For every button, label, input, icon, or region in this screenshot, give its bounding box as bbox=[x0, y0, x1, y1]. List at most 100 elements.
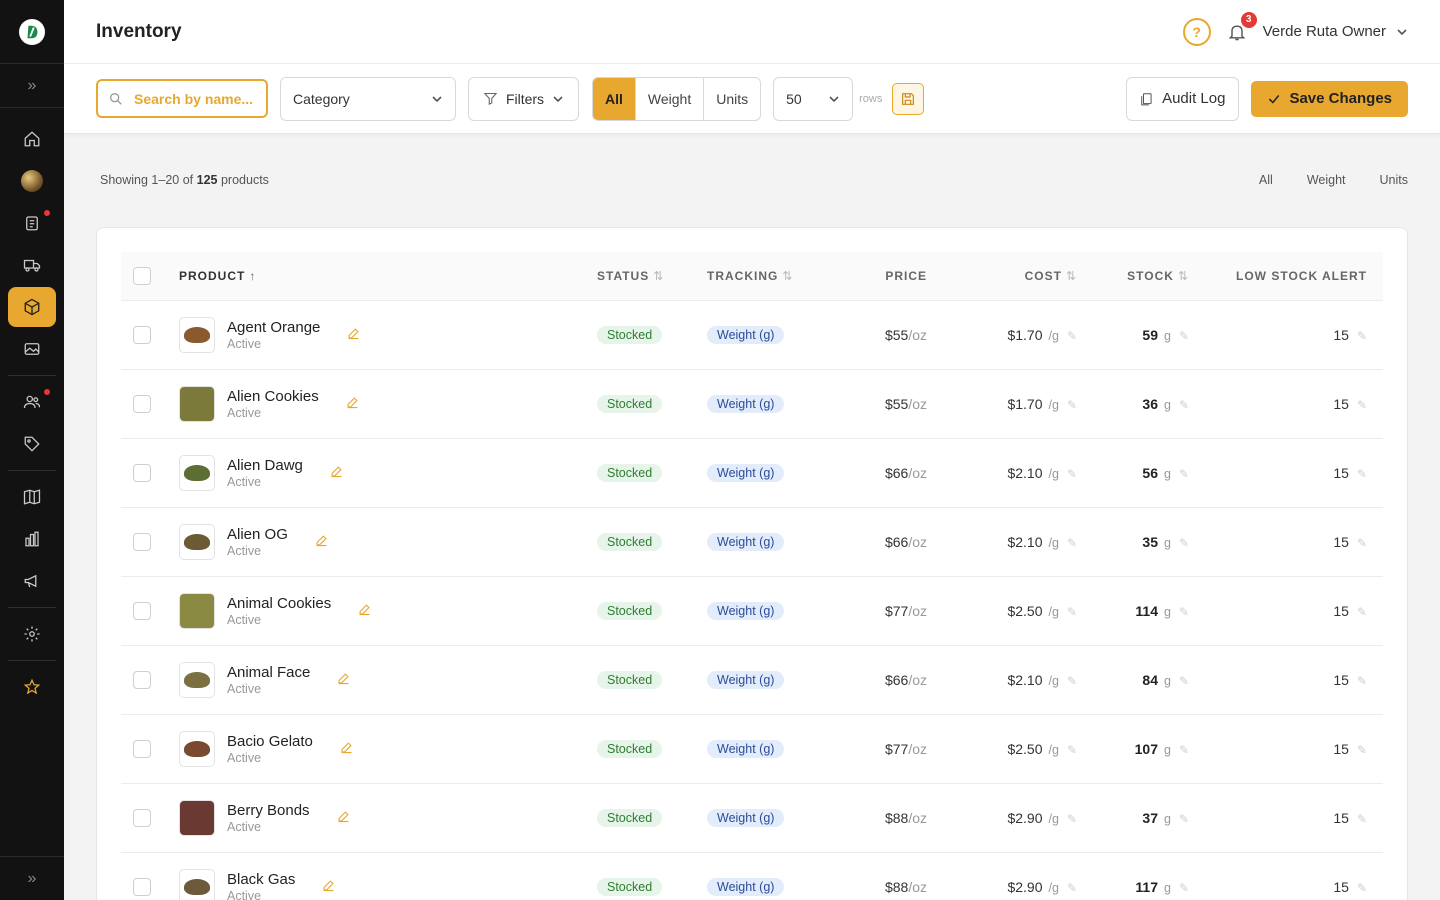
table-row[interactable]: Black Gas Active Stocked Weight (g) $88/oz $2… bbox=[121, 853, 1383, 900]
price-value[interactable]: $55 bbox=[885, 327, 908, 343]
edit-low-stock-icon[interactable]: ✎ bbox=[1357, 812, 1367, 826]
edit-low-stock-icon[interactable]: ✎ bbox=[1357, 329, 1367, 343]
edit-stock-icon[interactable]: ✎ bbox=[1179, 812, 1189, 826]
audit-log-button[interactable]: Audit Log bbox=[1126, 76, 1240, 121]
product-name[interactable]: Bacio Gelato bbox=[227, 733, 313, 750]
edit-product-icon[interactable] bbox=[314, 533, 329, 551]
price-value[interactable]: $77 bbox=[885, 603, 908, 619]
cost-value[interactable]: $1.70 bbox=[1007, 396, 1042, 412]
product-name[interactable]: Black Gas bbox=[227, 871, 295, 888]
row-checkbox[interactable] bbox=[133, 395, 151, 413]
save-changes-button[interactable]: Save Changes bbox=[1251, 80, 1408, 117]
notifications-button[interactable]: 3 bbox=[1225, 11, 1257, 44]
edit-cost-icon[interactable]: ✎ bbox=[1067, 743, 1077, 757]
stock-value[interactable]: 117 bbox=[1135, 879, 1158, 895]
row-checkbox[interactable] bbox=[133, 740, 151, 758]
sidebar-item-delivery[interactable] bbox=[8, 245, 56, 285]
sidebar-item-media[interactable] bbox=[8, 329, 56, 369]
sidebar-item-orders[interactable] bbox=[8, 203, 56, 243]
edit-cost-icon[interactable]: ✎ bbox=[1067, 467, 1077, 481]
edit-product-icon[interactable] bbox=[346, 326, 361, 344]
price-value[interactable]: $66 bbox=[885, 534, 908, 550]
segment-all[interactable]: All bbox=[593, 77, 636, 120]
edit-stock-icon[interactable]: ✎ bbox=[1179, 467, 1189, 481]
sidebar-item-favorites[interactable] bbox=[8, 667, 56, 707]
price-value[interactable]: $88 bbox=[885, 879, 908, 895]
table-row[interactable]: Animal Cookies Active Stocked Weight (g) $77… bbox=[121, 577, 1383, 646]
price-value[interactable]: $88 bbox=[885, 810, 908, 826]
low-stock-value[interactable]: 15 bbox=[1333, 879, 1349, 895]
edit-stock-icon[interactable]: ✎ bbox=[1179, 536, 1189, 550]
cost-value[interactable]: $2.90 bbox=[1007, 879, 1042, 895]
edit-cost-icon[interactable]: ✎ bbox=[1067, 536, 1077, 550]
stock-value[interactable]: 35 bbox=[1142, 534, 1158, 550]
stock-value[interactable]: 36 bbox=[1142, 396, 1158, 412]
stock-value[interactable]: 84 bbox=[1142, 672, 1158, 688]
filters-button[interactable]: Filters bbox=[468, 76, 579, 121]
edit-cost-icon[interactable]: ✎ bbox=[1067, 329, 1077, 343]
rows-per-page-select[interactable]: 50 bbox=[773, 76, 854, 121]
edit-cost-icon[interactable]: ✎ bbox=[1067, 881, 1077, 895]
collapse-sidebar-icon[interactable]: » bbox=[0, 856, 64, 900]
stock-value[interactable]: 56 bbox=[1142, 465, 1158, 481]
search-input[interactable] bbox=[134, 90, 254, 107]
row-checkbox[interactable] bbox=[133, 602, 151, 620]
edit-product-icon[interactable] bbox=[329, 464, 344, 482]
sidebar-item-inventory[interactable] bbox=[8, 287, 56, 327]
stock-value[interactable]: 59 bbox=[1142, 327, 1158, 343]
column-header-tracking[interactable]: TRACKING ⇅ bbox=[707, 269, 827, 283]
table-row[interactable]: Agent Orange Active Stocked Weight (g) $55/o… bbox=[121, 301, 1383, 370]
cost-value[interactable]: $2.10 bbox=[1007, 465, 1042, 481]
sidebar-item-marketing[interactable] bbox=[8, 561, 56, 601]
product-name[interactable]: Alien Dawg bbox=[227, 457, 303, 474]
cost-value[interactable]: $2.10 bbox=[1007, 672, 1042, 688]
product-name[interactable]: Berry Bonds bbox=[227, 802, 310, 819]
low-stock-value[interactable]: 15 bbox=[1333, 672, 1349, 688]
low-stock-value[interactable]: 15 bbox=[1333, 741, 1349, 757]
column-header-cost[interactable]: COST ⇅ bbox=[927, 269, 1077, 283]
edit-stock-icon[interactable]: ✎ bbox=[1179, 329, 1189, 343]
cost-value[interactable]: $1.70 bbox=[1007, 327, 1042, 343]
row-checkbox[interactable] bbox=[133, 464, 151, 482]
view-link-all[interactable]: All bbox=[1259, 173, 1273, 187]
table-row[interactable]: Alien Cookies Active Stocked Weight (g) $55/… bbox=[121, 370, 1383, 439]
low-stock-value[interactable]: 15 bbox=[1333, 327, 1349, 343]
edit-stock-icon[interactable]: ✎ bbox=[1179, 398, 1189, 412]
user-menu[interactable]: Verde Ruta Owner bbox=[1263, 23, 1408, 40]
edit-cost-icon[interactable]: ✎ bbox=[1067, 674, 1077, 688]
edit-cost-icon[interactable]: ✎ bbox=[1067, 398, 1077, 412]
category-select[interactable]: Category bbox=[280, 76, 456, 121]
stock-value[interactable]: 107 bbox=[1135, 741, 1158, 757]
stock-value[interactable]: 114 bbox=[1135, 603, 1158, 619]
product-name[interactable]: Alien Cookies bbox=[227, 388, 319, 405]
view-link-units[interactable]: Units bbox=[1380, 173, 1408, 187]
edit-low-stock-icon[interactable]: ✎ bbox=[1357, 743, 1367, 757]
sidebar-item-analytics[interactable] bbox=[8, 519, 56, 559]
product-name[interactable]: Animal Cookies bbox=[227, 595, 331, 612]
expand-sidebar-icon[interactable]: » bbox=[0, 64, 64, 108]
edit-stock-icon[interactable]: ✎ bbox=[1179, 674, 1189, 688]
price-value[interactable]: $55 bbox=[885, 396, 908, 412]
edit-low-stock-icon[interactable]: ✎ bbox=[1357, 398, 1367, 412]
help-icon[interactable]: ? bbox=[1182, 17, 1211, 46]
table-row[interactable]: Berry Bonds Active Stocked Weight (g) $88/oz… bbox=[121, 784, 1383, 853]
low-stock-value[interactable]: 15 bbox=[1333, 810, 1349, 826]
edit-product-icon[interactable] bbox=[336, 671, 351, 689]
low-stock-value[interactable]: 15 bbox=[1333, 396, 1349, 412]
edit-product-icon[interactable] bbox=[321, 878, 336, 896]
edit-low-stock-icon[interactable]: ✎ bbox=[1357, 467, 1367, 481]
column-header-stock[interactable]: STOCK ⇅ bbox=[1077, 269, 1189, 283]
edit-low-stock-icon[interactable]: ✎ bbox=[1357, 881, 1367, 895]
sidebar-item-promotions[interactable] bbox=[8, 424, 56, 464]
sidebar-item-customers[interactable] bbox=[8, 382, 56, 422]
select-all-checkbox[interactable] bbox=[133, 267, 151, 285]
table-row[interactable]: Bacio Gelato Active Stocked Weight (g) $77/o… bbox=[121, 715, 1383, 784]
column-header-status[interactable]: STATUS ⇅ bbox=[597, 269, 707, 283]
edit-product-icon[interactable] bbox=[339, 740, 354, 758]
low-stock-value[interactable]: 15 bbox=[1333, 603, 1349, 619]
product-name[interactable]: Agent Orange bbox=[227, 319, 320, 336]
view-link-weight[interactable]: Weight bbox=[1307, 173, 1346, 187]
row-checkbox[interactable] bbox=[133, 809, 151, 827]
stock-value[interactable]: 37 bbox=[1142, 810, 1158, 826]
edit-product-icon[interactable] bbox=[336, 809, 351, 827]
